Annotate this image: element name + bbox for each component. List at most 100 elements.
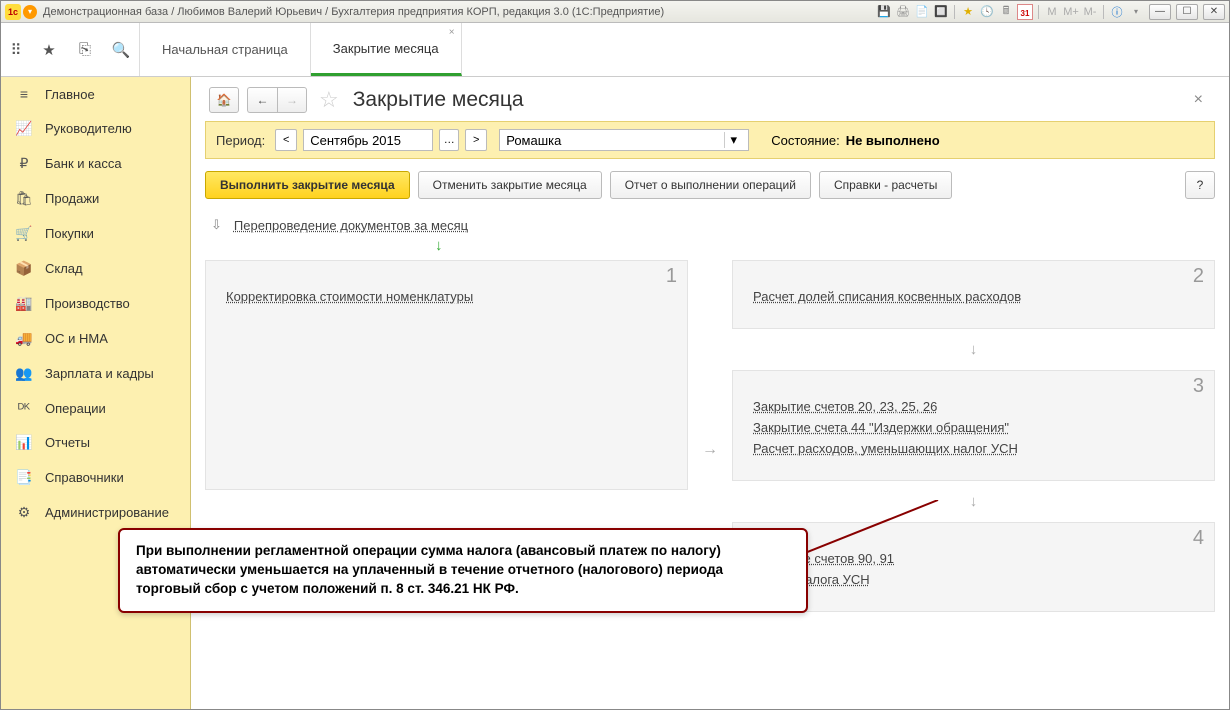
sidebar-item-admin[interactable]: ⚙ Администрирование — [1, 495, 190, 530]
m-plus-button[interactable]: M+ — [1063, 4, 1079, 20]
people-icon: 👥 — [15, 365, 33, 382]
dropdown-icon[interactable]: ▾ — [23, 5, 37, 19]
m-minus-button[interactable]: M- — [1082, 4, 1098, 20]
sidebar-item-label: Покупки — [45, 226, 94, 241]
info-dd-icon[interactable]: ▾ — [1128, 4, 1144, 20]
topbar: ⠿ ★ ⎘ 🔍 Начальная страница Закрытие меся… — [1, 23, 1229, 77]
sidebar-item-label: Банк и касса — [45, 156, 122, 171]
history-icon[interactable]: 🕓 — [979, 4, 995, 20]
star-icon[interactable]: ★ — [960, 4, 976, 20]
compare-icon[interactable]: 🔲 — [933, 4, 949, 20]
sidebar-item-manager[interactable]: 📈 Руководителю — [1, 111, 190, 146]
down-arrow-icon: ⇩ — [211, 217, 222, 233]
calendar-icon[interactable]: 31 — [1017, 4, 1033, 20]
sidebar-item-label: Операции — [45, 401, 106, 416]
close-window-button[interactable]: ✕ — [1203, 4, 1225, 20]
search-icon[interactable]: 🔍 — [103, 23, 139, 76]
left-col: 1 Корректировка стоимости номенклатуры — [205, 260, 688, 490]
op-link[interactable]: Расчет расходов, уменьшающих налог УСН — [753, 441, 1194, 456]
arrow-down-icon: ↓ — [732, 341, 1215, 358]
tabs: Начальная страница Закрытие месяца × — [139, 23, 462, 76]
period-picker-button[interactable]: … — [439, 129, 459, 151]
sidebar-item-reports[interactable]: 📊 Отчеты — [1, 425, 190, 460]
button-row: Выполнить закрытие месяца Отменить закры… — [205, 171, 1215, 199]
apps-icon[interactable]: ⠿ — [1, 23, 31, 76]
box-icon: 📦 — [15, 260, 33, 277]
info-icon[interactable]: ⓘ — [1109, 4, 1125, 20]
sidebar-item-production[interactable]: 🏭 Производство — [1, 286, 190, 321]
status-label: Состояние: — [771, 133, 839, 148]
minimize-button[interactable]: — — [1149, 4, 1171, 20]
tab-start-page[interactable]: Начальная страница — [140, 23, 311, 76]
calc-icon[interactable]: 🖩 — [998, 4, 1014, 20]
help-button[interactable]: ? — [1185, 171, 1215, 199]
report-button[interactable]: Отчет о выполнении операций — [610, 171, 811, 199]
sidebar-item-directories[interactable]: 📑Справочники — [1, 460, 190, 495]
op-link[interactable]: Расчет долей списания косвенных расходов — [753, 289, 1194, 304]
block-1: 1 Корректировка стоимости номенклатуры — [205, 260, 688, 490]
sidebar-item-label: Зарплата и кадры — [45, 366, 154, 381]
sidebar-item-label: ОС и НМА — [45, 331, 108, 346]
page-title: Закрытие месяца — [353, 88, 524, 112]
period-next-button[interactable]: > — [465, 129, 487, 151]
content: ⇩ Перепроведение документов за месяц ↓ 1… — [191, 199, 1229, 709]
sidebar-item-assets[interactable]: 🚚 ОС и НМА — [1, 321, 190, 356]
callout-box: При выполнении регламентной операции сум… — [118, 528, 808, 613]
pin-icon[interactable]: ⎘ — [67, 23, 103, 76]
titlebar: 1c ▾ Демонстрационная база / Любимов Вал… — [1, 1, 1229, 23]
repost-row: ⇩ Перепроведение документов за месяц — [211, 217, 1215, 233]
list-icon: ≡ — [15, 86, 33, 102]
tab-label: Начальная страница — [162, 42, 288, 57]
period-prev-button[interactable]: < — [275, 129, 297, 151]
tab-month-close[interactable]: Закрытие месяца × — [311, 23, 462, 76]
app-window: 1c ▾ Демонстрационная база / Любимов Вал… — [0, 0, 1230, 710]
doc-icon[interactable]: 📄 — [914, 4, 930, 20]
factory-icon: 🏭 — [15, 295, 33, 312]
sidebar-item-salary[interactable]: 👥 Зарплата и кадры — [1, 356, 190, 391]
bars-icon: 📊 — [15, 434, 33, 451]
sidebar-item-label: Руководителю — [45, 121, 132, 136]
back-button[interactable]: ← — [247, 87, 277, 113]
sidebar-item-label: Администрирование — [45, 505, 169, 520]
period-value[interactable]: Сентябрь 2015 — [303, 129, 433, 151]
sidebar-item-main[interactable]: ≡Главное — [1, 77, 190, 111]
sidebar-item-bank[interactable]: ₽Банк и касса — [1, 146, 190, 181]
tab-close-icon[interactable]: × — [449, 27, 455, 38]
references-button[interactable]: Справки - расчеты — [819, 171, 952, 199]
favorite-icon[interactable]: ★ — [31, 23, 67, 76]
favorite-star-icon[interactable]: ☆ — [319, 87, 339, 113]
sidebar-item-label: Склад — [45, 261, 83, 276]
sidebar-item-sales[interactable]: 🛍Продажи — [1, 181, 190, 216]
home-button[interactable]: 🏠 — [209, 87, 239, 113]
block-3: 3 Закрытие счетов 20, 23, 25, 26 Закрыти… — [732, 370, 1215, 481]
sidebar-item-label: Отчеты — [45, 435, 90, 450]
sidebar-item-warehouse[interactable]: 📦 Склад — [1, 251, 190, 286]
m-button[interactable]: M — [1044, 4, 1060, 20]
period-label: Период: — [216, 133, 265, 148]
gear-icon: ⚙ — [15, 504, 33, 521]
sidebar-item-purchases[interactable]: 🛒Покупки — [1, 216, 190, 251]
block-number: 1 — [666, 265, 677, 288]
sidebar-item-label: Производство — [45, 296, 130, 311]
forward-button[interactable]: → — [277, 87, 307, 113]
op-link[interactable]: Закрытие счета 44 "Издержки обращения" — [753, 420, 1194, 435]
close-page-button[interactable]: × — [1186, 87, 1211, 113]
save-icon[interactable]: 💾 — [876, 4, 892, 20]
app-logo-icon: 1c — [5, 4, 21, 20]
callout-text: При выполнении регламентной операции сум… — [136, 543, 723, 596]
truck-icon: 🚚 — [15, 330, 33, 347]
op-link[interactable]: Закрытие счетов 20, 23, 25, 26 — [753, 399, 1194, 414]
window-title: Демонстрационная база / Любимов Валерий … — [43, 6, 876, 18]
print-icon[interactable]: 🖨 — [895, 4, 911, 20]
maximize-button[interactable]: ☐ — [1176, 4, 1198, 20]
op-link[interactable]: Расчет налога УСН — [753, 572, 1194, 587]
cancel-button[interactable]: Отменить закрытие месяца — [418, 171, 602, 199]
repost-link[interactable]: Перепроведение документов за месяц — [234, 218, 468, 233]
sidebar-item-operations[interactable]: ᴰᴷОперации — [1, 391, 190, 425]
chart-icon: 📈 — [15, 120, 33, 137]
execute-button[interactable]: Выполнить закрытие месяца — [205, 171, 410, 199]
org-selector[interactable]: Ромашка ▾ — [499, 129, 749, 151]
op-link[interactable]: Закрытие счетов 90, 91 — [753, 551, 1194, 566]
org-value: Ромашка — [506, 133, 561, 148]
op-link[interactable]: Корректировка стоимости номенклатуры — [226, 289, 667, 304]
